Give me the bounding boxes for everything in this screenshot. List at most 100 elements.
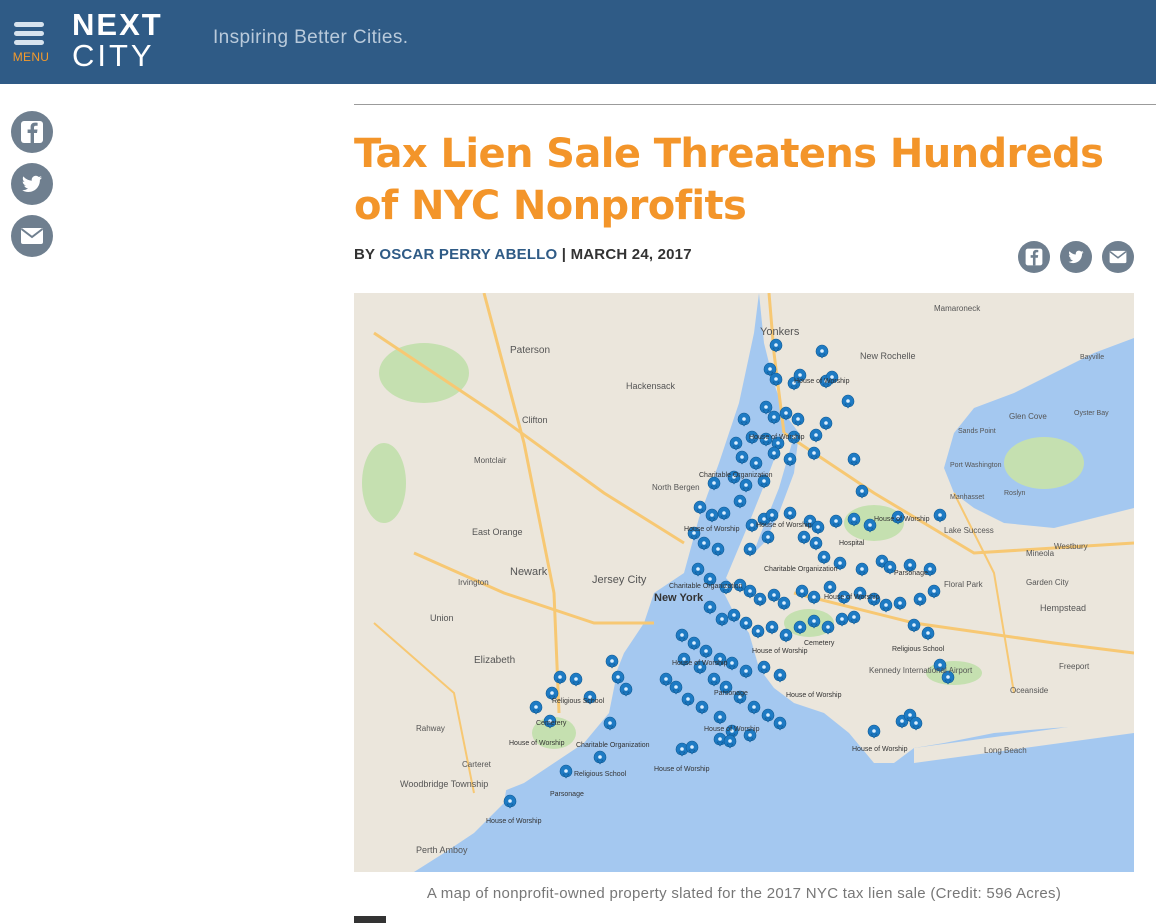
map-marker-dot bbox=[728, 739, 732, 743]
map-marker-dot bbox=[946, 675, 950, 679]
map-marker-dot bbox=[680, 633, 684, 637]
map-marker-dot bbox=[770, 625, 774, 629]
share-email-button[interactable] bbox=[11, 215, 53, 257]
article-share-twitter-button[interactable] bbox=[1060, 241, 1092, 273]
menu-label: MENU bbox=[12, 50, 50, 64]
label-clifton: Clifton bbox=[522, 415, 548, 425]
label-glen-cove: Glen Cove bbox=[1009, 412, 1047, 421]
marker-label: House of Worship bbox=[874, 516, 930, 523]
map-marker-dot bbox=[928, 567, 932, 571]
marker-label: House of Worship bbox=[654, 766, 710, 773]
map-marker-dot bbox=[718, 715, 722, 719]
author-link[interactable]: OSCAR PERRY ABELLO bbox=[379, 246, 557, 263]
map-marker-dot bbox=[762, 517, 766, 521]
map-marker-dot bbox=[756, 629, 760, 633]
marker-label: Cemetery bbox=[804, 640, 835, 647]
map-marker-dot bbox=[740, 455, 744, 459]
map-marker-dot bbox=[884, 603, 888, 607]
marker-label: Religious School bbox=[892, 646, 945, 653]
mail-icon bbox=[20, 228, 44, 244]
map-marker-dot bbox=[748, 733, 752, 737]
map-marker-dot bbox=[720, 617, 724, 621]
label-mineola: Mineola bbox=[1026, 549, 1055, 558]
label-oceanside: Oceanside bbox=[1010, 686, 1049, 695]
map-marker-dot bbox=[748, 547, 752, 551]
label-garden-city: Garden City bbox=[1026, 578, 1069, 587]
map-marker-dot bbox=[716, 547, 720, 551]
mail-icon bbox=[1109, 250, 1127, 264]
marker-label: House of Worship bbox=[786, 692, 842, 699]
map-marker-dot bbox=[776, 441, 780, 445]
map-marker-dot bbox=[710, 513, 714, 517]
map-marker-dot bbox=[908, 713, 912, 717]
marker-label: Charitable Organization bbox=[699, 472, 773, 479]
menu-icon bbox=[14, 22, 44, 27]
logo-top: NEXT bbox=[72, 7, 163, 42]
article-share-email-button[interactable] bbox=[1102, 241, 1134, 273]
map-marker-dot bbox=[698, 505, 702, 509]
divider bbox=[354, 104, 1156, 105]
map-marker-dot bbox=[778, 721, 782, 725]
marker-label: Parsonage bbox=[714, 690, 748, 697]
map-marker-dot bbox=[558, 675, 562, 679]
map-marker-dot bbox=[918, 597, 922, 601]
marker-label: House of Worship bbox=[684, 526, 740, 533]
menu-button[interactable]: MENU bbox=[10, 18, 50, 66]
map-marker-dot bbox=[732, 613, 736, 617]
map-marker-dot bbox=[774, 343, 778, 347]
label-irvington: Irvington bbox=[458, 578, 489, 587]
share-facebook-button[interactable] bbox=[11, 111, 53, 153]
map-marker-dot bbox=[926, 631, 930, 635]
map-marker-dot bbox=[704, 649, 708, 653]
share-twitter-button[interactable] bbox=[11, 163, 53, 205]
marker-label: Religious School bbox=[574, 771, 627, 778]
map-marker-dot bbox=[914, 721, 918, 725]
label-floral-park: Floral Park bbox=[944, 580, 984, 589]
label-montclair: Montclair bbox=[474, 456, 507, 465]
map-marker-dot bbox=[860, 567, 864, 571]
map-marker-dot bbox=[696, 567, 700, 571]
map-marker-dot bbox=[686, 697, 690, 701]
map-marker-dot bbox=[758, 597, 762, 601]
site-logo[interactable]: NEXT CITY bbox=[72, 9, 176, 73]
article-title: Tax Lien Sale Threatens Hundreds of NYC … bbox=[354, 131, 1104, 229]
map-marker-dot bbox=[724, 685, 728, 689]
site-header: MENU NEXT CITY Inspiring Better Cities. bbox=[0, 0, 1156, 84]
map-marker-dot bbox=[888, 565, 892, 569]
map-marker-dot bbox=[784, 633, 788, 637]
label-hempstead: Hempstead bbox=[1040, 603, 1086, 613]
map-marker-dot bbox=[812, 451, 816, 455]
map-marker-dot bbox=[908, 563, 912, 567]
map-marker-dot bbox=[708, 605, 712, 609]
marker-label: House of Worship bbox=[672, 660, 728, 667]
map-marker-dot bbox=[772, 593, 776, 597]
nonprofit-property-map[interactable]: Yonkers Paterson Hackensack Newark Jerse… bbox=[354, 293, 1134, 872]
map-marker-dot bbox=[692, 641, 696, 645]
label-long-beach: Long Beach bbox=[984, 746, 1027, 755]
map-marker-dot bbox=[766, 713, 770, 717]
map-marker-dot bbox=[852, 457, 856, 461]
byline: BY OSCAR PERRY ABELLO | MARCH 24, 2017 bbox=[354, 246, 692, 263]
map-marker-dot bbox=[744, 621, 748, 625]
map-marker-dot bbox=[750, 523, 754, 527]
label-east-orange: East Orange bbox=[472, 527, 523, 537]
map-marker-dot bbox=[616, 675, 620, 679]
map-marker-dot bbox=[788, 511, 792, 515]
map-marker-dot bbox=[828, 585, 832, 589]
label-rahway: Rahway bbox=[416, 724, 445, 733]
map-marker-dot bbox=[574, 677, 578, 681]
map-marker-dot bbox=[838, 561, 842, 565]
map-marker-dot bbox=[680, 747, 684, 751]
article-share-facebook-button[interactable] bbox=[1018, 241, 1050, 273]
label-port-washington: Port Washington bbox=[950, 462, 1002, 469]
map-marker-dot bbox=[508, 799, 512, 803]
map-marker-dot bbox=[534, 705, 538, 709]
marker-label: Religious School bbox=[552, 698, 605, 705]
map-marker-dot bbox=[774, 377, 778, 381]
map-marker-dot bbox=[598, 755, 602, 759]
comments-icon bbox=[354, 916, 386, 923]
map-marker-dot bbox=[744, 483, 748, 487]
map-marker-dot bbox=[782, 601, 786, 605]
byline-by: BY bbox=[354, 246, 375, 263]
map-marker-dot bbox=[718, 737, 722, 741]
